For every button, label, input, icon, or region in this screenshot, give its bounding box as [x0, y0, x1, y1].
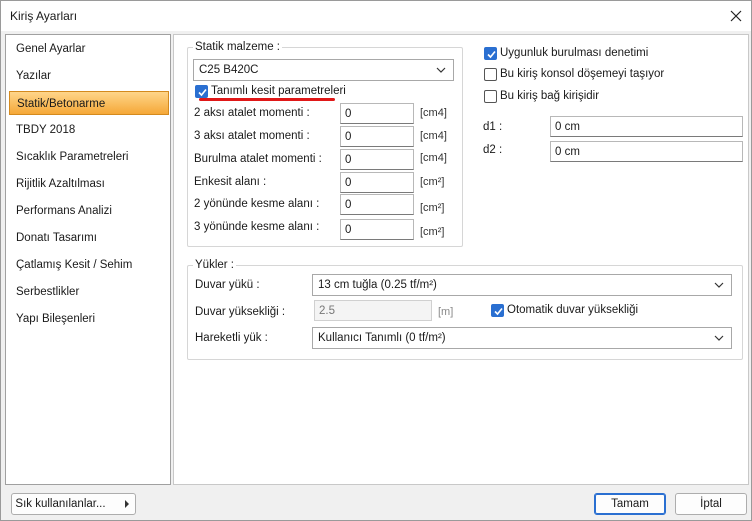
- settings-dialog: Kiriş Ayarları Genel Ayarlar Yazılar Sta…: [0, 0, 752, 521]
- sidebar-item-static-concrete[interactable]: Statik/Betonarme: [9, 91, 169, 115]
- cancel-button[interactable]: İptal: [675, 493, 747, 515]
- torsion-inertia-unit: [cm4]: [420, 152, 447, 164]
- torsion-inertia-label: Burulma atalet momenti :: [194, 153, 322, 165]
- sidebar-item-general[interactable]: Genel Ayarlar: [9, 37, 169, 61]
- sidebar: Genel Ayarlar Yazılar Statik/Betonarme T…: [5, 34, 171, 485]
- material-select[interactable]: C25 B420C: [193, 59, 454, 81]
- sidebar-item-tbdy-2018[interactable]: TBDY 2018: [9, 118, 169, 142]
- live-load-label: Hareketli yük :: [195, 332, 268, 344]
- highlight-underline: [199, 98, 335, 101]
- chevron-right-icon: [124, 500, 129, 508]
- inertia-2-input[interactable]: [340, 103, 414, 124]
- shear-area-2-unit: [cm²]: [420, 202, 445, 214]
- wall-height-input[interactable]: [314, 300, 432, 321]
- shear-area-3-input[interactable]: [340, 219, 414, 240]
- sidebar-item-stiffness-reduction[interactable]: Rijitlik Azaltılması: [9, 172, 169, 196]
- close-icon: [730, 10, 742, 22]
- check-icon: [487, 50, 496, 59]
- d1-input[interactable]: [550, 116, 743, 137]
- tie-beam-label: Bu kiriş bağ kirişidir: [500, 90, 600, 102]
- sidebar-item-performance[interactable]: Performans Analizi: [9, 199, 169, 223]
- wall-load-select[interactable]: 13 cm tuğla (0.25 tf/m²): [312, 274, 732, 296]
- wall-height-label: Duvar yüksekliği :: [195, 306, 286, 318]
- inertia-2-unit: [cm4]: [420, 107, 447, 119]
- inertia-2-label: 2 aksı atalet momenti :: [194, 107, 310, 119]
- close-button[interactable]: [723, 4, 749, 28]
- auto-height-checkbox[interactable]: [491, 304, 504, 317]
- sidebar-item-texts[interactable]: Yazılar: [9, 64, 169, 88]
- chevron-down-icon: [714, 282, 724, 288]
- section-area-unit: [cm²]: [420, 176, 445, 188]
- live-load-select[interactable]: Kullanıcı Tanımlı (0 tf/m²): [312, 327, 732, 349]
- auto-height-label: Otomatik duvar yüksekliği: [507, 304, 639, 316]
- tie-beam-checkbox[interactable]: [484, 90, 497, 103]
- d2-label: d2 :: [483, 144, 503, 156]
- shear-area-3-label: 3 yönünde kesme alanı :: [194, 221, 320, 233]
- window-title: Kiriş Ayarları: [10, 9, 78, 23]
- ok-button[interactable]: Tamam: [594, 493, 666, 515]
- torsion-inertia-input[interactable]: [340, 149, 414, 170]
- static-material-label: Statik malzeme :: [193, 41, 282, 53]
- sidebar-item-rebar-design[interactable]: Donatı Tasarımı: [9, 226, 169, 250]
- check-icon: [494, 307, 503, 316]
- shear-area-2-label: 2 yönünde kesme alanı :: [194, 198, 320, 210]
- torsion-check-checkbox[interactable]: [484, 47, 497, 60]
- check-icon: [198, 88, 207, 97]
- section-area-input[interactable]: [340, 172, 414, 193]
- inertia-3-label: 3 aksı atalet momenti :: [194, 130, 310, 142]
- chevron-down-icon: [714, 335, 724, 341]
- chevron-down-icon: [436, 67, 446, 73]
- favorites-button[interactable]: Sık kullanılanlar...: [11, 493, 136, 515]
- d1-label: d1 :: [483, 121, 503, 133]
- cantilever-label: Bu kiriş konsol döşemeyi taşıyor: [500, 68, 665, 80]
- sidebar-item-temperature[interactable]: Sıcaklık Parametreleri: [9, 145, 169, 169]
- torsion-check-label: Uygunluk burulması denetimi: [500, 47, 649, 59]
- defined-section-checkbox[interactable]: [195, 85, 208, 98]
- sidebar-item-building-components[interactable]: Yapı Bileşenleri: [9, 307, 169, 331]
- loads-label: Yükler :: [193, 259, 236, 271]
- shear-area-3-unit: [cm²]: [420, 226, 445, 238]
- inertia-3-input[interactable]: [340, 126, 414, 147]
- cantilever-checkbox[interactable]: [484, 68, 497, 81]
- sidebar-item-cracked-section[interactable]: Çatlamış Kesit / Sehim: [9, 253, 169, 277]
- wall-height-unit: [m]: [438, 306, 454, 318]
- sidebar-item-releases[interactable]: Serbestlikler: [9, 280, 169, 304]
- inertia-3-unit: [cm4]: [420, 130, 447, 142]
- shear-area-2-input[interactable]: [340, 194, 414, 215]
- defined-section-label: Tanımlı kesit parametreleri: [211, 85, 346, 97]
- d2-input[interactable]: [550, 141, 743, 162]
- title-bar: Kiriş Ayarları: [1, 1, 751, 31]
- wall-load-label: Duvar yükü :: [195, 279, 260, 291]
- section-area-label: Enkesit alanı :: [194, 176, 267, 188]
